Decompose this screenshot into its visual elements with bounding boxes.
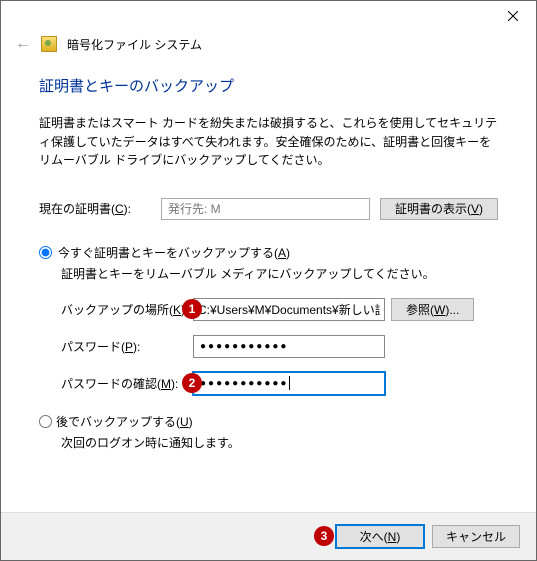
back-arrow-icon[interactable]: ← xyxy=(15,35,31,53)
current-cert-label: 現在の証明書(C): xyxy=(39,200,151,217)
password-row: パスワード(P): ●●●●●●●●●●● xyxy=(61,335,498,358)
confirm-label: パスワードの確認(M): xyxy=(61,375,193,392)
backup-later-radio[interactable]: 後でバックアップする(U) xyxy=(39,413,498,430)
confirm-row: パスワードの確認(M): 2 ●●●●●●●●●●● xyxy=(61,372,498,395)
location-row: バックアップの場所(K): 1 参照(W)... xyxy=(61,298,498,321)
backup-later-sublabel: 次回のログオン時に通知します。 xyxy=(61,434,498,451)
window-title: 暗号化ファイル システム xyxy=(67,36,202,53)
cancel-button[interactable]: キャンセル xyxy=(432,525,520,548)
next-button[interactable]: 次へ(N) xyxy=(336,525,424,548)
close-icon xyxy=(508,11,518,21)
close-button[interactable] xyxy=(490,1,536,31)
content: 証明書とキーのバックアップ 証明書またはスマート カードを紛失または破損すると、… xyxy=(1,65,536,451)
browse-button[interactable]: 参照(W)... xyxy=(391,298,474,321)
efs-icon xyxy=(41,36,57,52)
location-input[interactable] xyxy=(193,298,385,321)
view-cert-button[interactable]: 証明書の表示(V) xyxy=(380,198,498,220)
confirm-input[interactable]: ●●●●●●●●●●● xyxy=(193,372,385,395)
footer: 3 次へ(N) キャンセル xyxy=(1,512,536,560)
description-text: 証明書またはスマート カードを紛失または破損すると、これらを使用してセキュリティ… xyxy=(39,114,498,170)
backup-later-radio-input[interactable] xyxy=(39,415,52,428)
current-cert-row: 現在の証明書(C): 発行先: M 証明書の表示(V) xyxy=(39,198,498,220)
annotation-badge-3: 3 xyxy=(314,526,334,546)
page-heading: 証明書とキーのバックアップ xyxy=(39,75,498,96)
backup-now-radio-input[interactable] xyxy=(39,246,52,259)
current-cert-value: 発行先: M xyxy=(161,198,370,220)
backup-now-label: 今すぐ証明書とキーをバックアップする(A) xyxy=(58,244,290,261)
backup-now-radio[interactable]: 今すぐ証明書とキーをバックアップする(A) xyxy=(39,244,498,261)
backup-later-label: 後でバックアップする(U) xyxy=(56,413,193,430)
password-label: パスワード(P): xyxy=(61,338,193,355)
annotation-badge-1: 1 xyxy=(182,299,202,319)
annotation-badge-2: 2 xyxy=(182,373,202,393)
location-label: バックアップの場所(K): xyxy=(61,301,193,318)
password-input[interactable]: ●●●●●●●●●●● xyxy=(193,335,385,358)
header: ← 暗号化ファイル システム xyxy=(1,31,536,65)
backup-now-group: 今すぐ証明書とキーをバックアップする(A) 証明書とキーをリムーバブル メディア… xyxy=(39,244,498,451)
backup-now-sublabel: 証明書とキーをリムーバブル メディアにバックアップしてください。 xyxy=(61,265,498,282)
titlebar xyxy=(1,1,536,31)
